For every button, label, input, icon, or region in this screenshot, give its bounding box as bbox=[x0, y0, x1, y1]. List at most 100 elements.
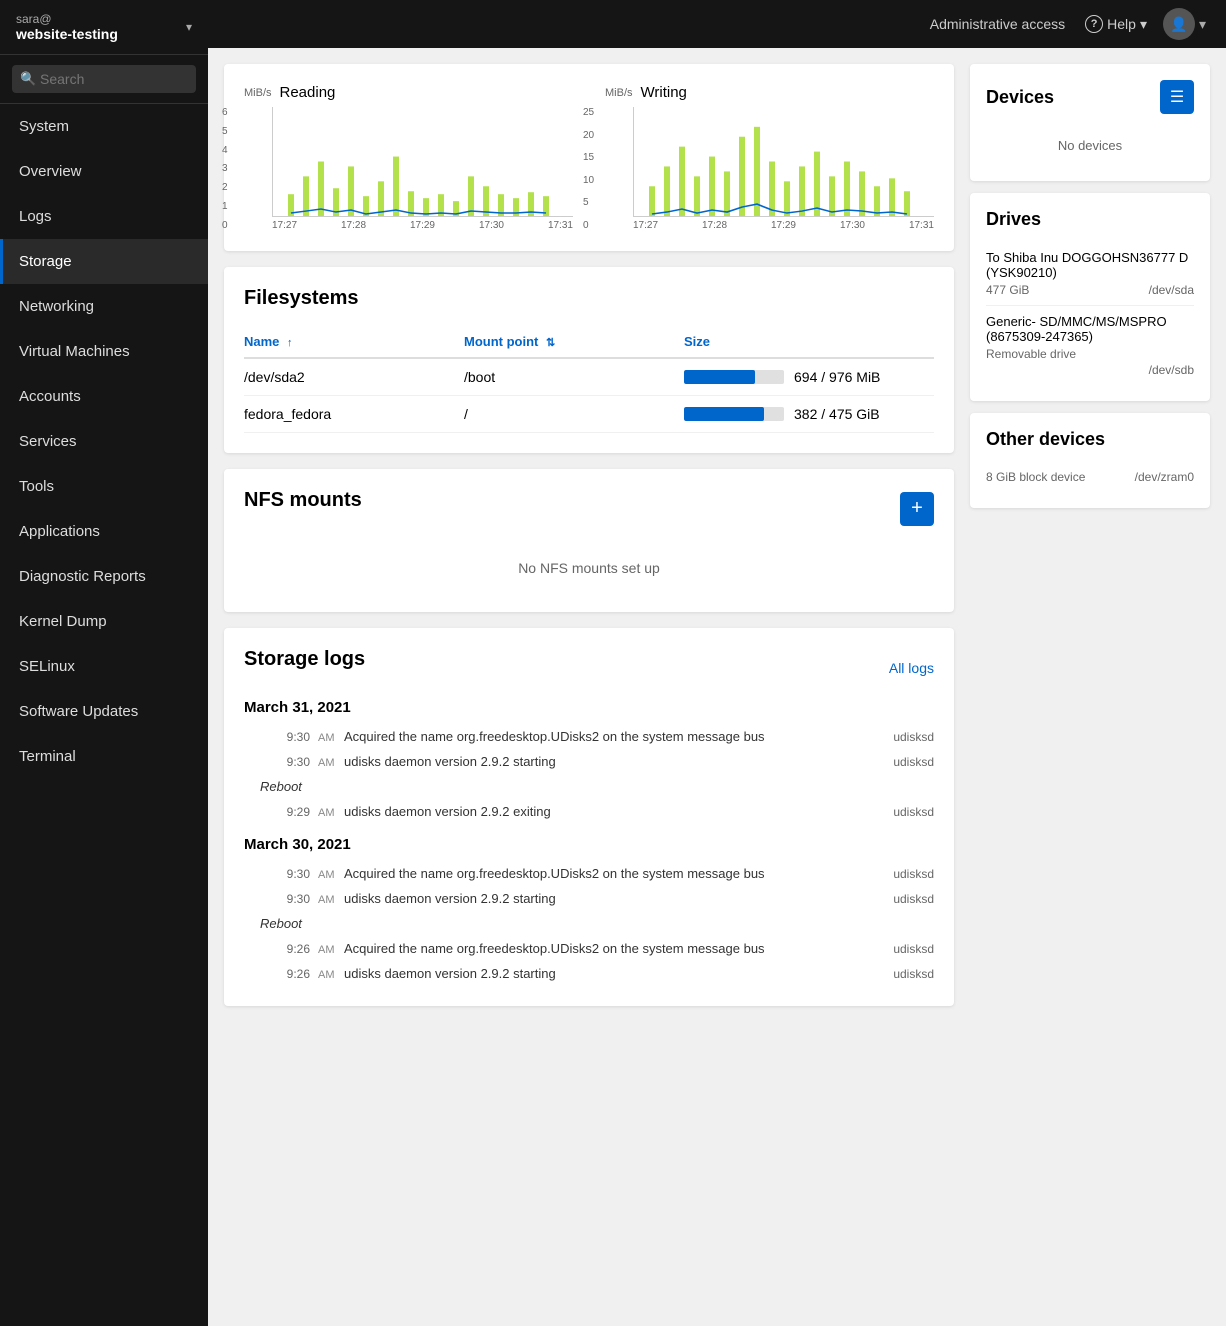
log-time: 9:30 bbox=[260, 755, 310, 769]
sort-icon: ↑ bbox=[287, 337, 293, 349]
all-logs-link[interactable]: All logs bbox=[889, 660, 934, 676]
log-source: udisksd bbox=[893, 755, 934, 769]
writing-title: Writing bbox=[641, 84, 687, 101]
other-devices-title: Other devices bbox=[986, 429, 1105, 450]
log-reboot: Reboot bbox=[244, 911, 934, 936]
sidebar-item-terminal[interactable]: Terminal bbox=[0, 734, 208, 779]
sidebar-item-storage[interactable]: Storage bbox=[0, 239, 208, 284]
filesystems-card: Filesystems Name ↑ Mount point ⇅ bbox=[224, 267, 954, 453]
nfs-header: NFS mounts + bbox=[244, 489, 934, 528]
fs-mount: / bbox=[464, 396, 684, 433]
sidebar-header[interactable]: sara@ website-testing ▾ bbox=[0, 0, 208, 55]
other-device-zram0: 8 GiB block device /dev/zram0 bbox=[986, 462, 1194, 492]
logs-title: Storage logs bbox=[244, 648, 365, 671]
log-source: udisksd bbox=[893, 942, 934, 956]
log-am: AM bbox=[318, 969, 336, 981]
sidebar-item-diagnostic-reports[interactable]: Diagnostic Reports bbox=[0, 554, 208, 599]
nfs-empty-msg: No NFS mounts set up bbox=[244, 544, 934, 592]
sidebar-item-overview[interactable]: Overview bbox=[0, 149, 208, 194]
log-entry: 9:29 AM udisks daemon version 2.9.2 exit… bbox=[244, 799, 934, 824]
sidebar-item-kernel-dump[interactable]: Kernel Dump bbox=[0, 599, 208, 644]
right-panel: Devices ☰ No devices Drives To Shiba Inu… bbox=[970, 64, 1210, 1310]
drives-card: Drives To Shiba Inu DOGGOHSN36777 D (YSK… bbox=[970, 193, 1210, 401]
main-content: MiB/s Reading 6543210 bbox=[224, 64, 954, 1310]
devices-card: Devices ☰ No devices bbox=[970, 64, 1210, 181]
devices-menu-button[interactable]: ☰ bbox=[1160, 80, 1194, 114]
log-am: AM bbox=[318, 757, 336, 769]
logs-header: Storage logs All logs bbox=[244, 648, 934, 687]
table-row: fedora_fedora / 382 / 475 GiB bbox=[244, 396, 934, 433]
nfs-card: NFS mounts + No NFS mounts set up bbox=[224, 469, 954, 612]
zram0-name: 8 GiB block device bbox=[986, 470, 1085, 484]
sidebar-item-system[interactable]: System bbox=[0, 104, 208, 149]
fs-name: fedora_fedora bbox=[244, 396, 464, 433]
nfs-add-button[interactable]: + bbox=[900, 492, 934, 526]
other-devices-header: Other devices bbox=[986, 429, 1194, 450]
writing-chart-area bbox=[633, 107, 934, 217]
user-menu-chevron-icon[interactable]: ▾ bbox=[1199, 16, 1206, 33]
zram0-device: /dev/zram0 bbox=[1135, 470, 1194, 484]
fs-progress-fill bbox=[684, 407, 764, 421]
drive-sda-device: /dev/sda bbox=[1149, 283, 1194, 297]
log-source: udisksd bbox=[893, 967, 934, 981]
sidebar-item-logs[interactable]: Logs bbox=[0, 194, 208, 239]
avatar[interactable]: 👤 bbox=[1163, 8, 1195, 40]
user-site: website-testing bbox=[16, 26, 118, 42]
sidebar-item-selinux[interactable]: SELinux bbox=[0, 644, 208, 689]
reading-y-labels: 6543210 bbox=[222, 107, 228, 231]
log-time: 9:26 bbox=[260, 967, 310, 981]
fs-progress-fill bbox=[684, 370, 755, 384]
fs-progress-bar bbox=[684, 407, 784, 421]
reading-title: Reading bbox=[280, 84, 336, 101]
sidebar-item-services[interactable]: Services bbox=[0, 419, 208, 464]
content-area: MiB/s Reading 6543210 bbox=[208, 48, 1226, 1326]
log-entry: 9:30 AM udisks daemon version 2.9.2 star… bbox=[244, 749, 934, 774]
log-am: AM bbox=[318, 944, 336, 956]
log-entry: 9:30 AM Acquired the name org.freedeskto… bbox=[244, 724, 934, 749]
log-source: udisksd bbox=[893, 805, 934, 819]
fs-size: 694 / 976 MiB bbox=[684, 358, 934, 396]
drive-sda-name: To Shiba Inu DOGGOHSN36777 D (YSK90210) bbox=[986, 250, 1194, 280]
log-time: 9:30 bbox=[260, 730, 310, 744]
avatar-icon: 👤 bbox=[1170, 16, 1187, 33]
col-size: Size bbox=[684, 326, 934, 358]
sidebar-item-accounts[interactable]: Accounts bbox=[0, 374, 208, 419]
help-label: Help bbox=[1107, 16, 1136, 32]
sidebar-search-container: 🔍 bbox=[0, 55, 208, 104]
log-am: AM bbox=[318, 732, 336, 744]
reading-chart-container: MiB/s Reading 6543210 bbox=[244, 84, 573, 231]
logs-container: March 31, 2021 9:30 AM Acquired the name… bbox=[244, 699, 934, 986]
sidebar-item-networking[interactable]: Networking bbox=[0, 284, 208, 329]
log-am: AM bbox=[318, 894, 336, 906]
log-msg: Acquired the name org.freedesktop.UDisks… bbox=[344, 941, 885, 956]
sidebar-item-tools[interactable]: Tools bbox=[0, 464, 208, 509]
sidebar-item-virtual-machines[interactable]: Virtual Machines bbox=[0, 329, 208, 374]
search-input[interactable] bbox=[12, 65, 196, 93]
filesystems-title: Filesystems bbox=[244, 287, 934, 310]
help-button[interactable]: ? Help ▾ bbox=[1085, 15, 1147, 33]
col-name[interactable]: Name ↑ bbox=[244, 326, 464, 358]
fs-size: 382 / 475 GiB bbox=[684, 396, 934, 433]
log-time: 9:30 bbox=[260, 892, 310, 906]
drives-card-header: Drives bbox=[986, 209, 1194, 230]
fs-size-label: 694 / 976 MiB bbox=[794, 369, 880, 385]
reading-unit: MiB/s bbox=[244, 87, 272, 99]
log-time: 9:30 bbox=[260, 867, 310, 881]
log-msg: Acquired the name org.freedesktop.UDisks… bbox=[344, 729, 885, 744]
io-charts-card: MiB/s Reading 6543210 bbox=[224, 64, 954, 251]
writing-unit: MiB/s bbox=[605, 87, 633, 99]
log-reboot: Reboot bbox=[244, 774, 934, 799]
storage-logs-card: Storage logs All logs March 31, 2021 9:3… bbox=[224, 628, 954, 1006]
sidebar-item-software-updates[interactable]: Software Updates bbox=[0, 689, 208, 734]
drive-sda-size: 477 GiB bbox=[986, 283, 1029, 297]
log-date: March 31, 2021 bbox=[244, 699, 934, 716]
no-devices-msg: No devices bbox=[986, 126, 1194, 165]
drive-item-sdb: Generic- SD/MMC/MS/MSPRO (8675309-247365… bbox=[986, 306, 1194, 385]
sidebar-item-applications[interactable]: Applications bbox=[0, 509, 208, 554]
hamburger-icon: ☰ bbox=[1170, 87, 1184, 107]
admin-access-label: Administrative access bbox=[930, 16, 1065, 32]
col-mount[interactable]: Mount point ⇅ bbox=[464, 326, 684, 358]
drive-sdb-type: Removable drive bbox=[986, 347, 1194, 361]
log-msg: udisks daemon version 2.9.2 starting bbox=[344, 966, 885, 981]
other-devices-card: Other devices 8 GiB block device /dev/zr… bbox=[970, 413, 1210, 508]
